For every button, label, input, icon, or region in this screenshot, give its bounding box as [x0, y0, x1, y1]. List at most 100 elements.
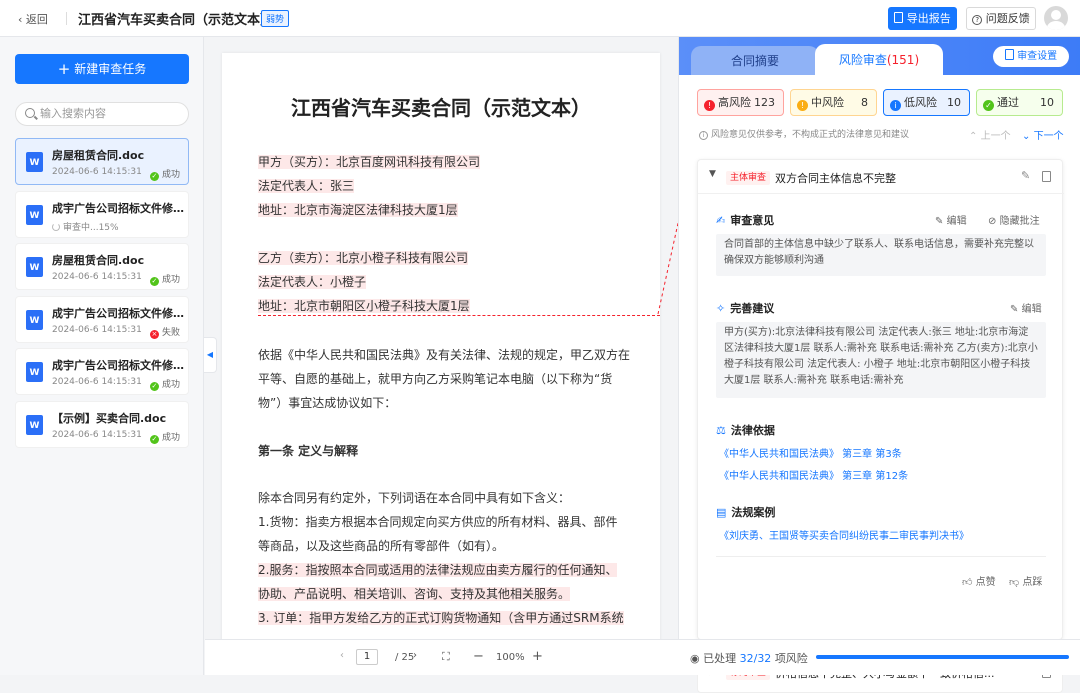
case-link[interactable]: 《刘庆勇、王国贤等买卖合同纠纷民事二审民事判决书》	[719, 527, 969, 542]
file-date: 2024-06-6 14:15:31	[52, 167, 142, 177]
next-page-icon[interactable]: ›	[413, 650, 417, 661]
task-sidebar: + 新建审查任务 输入搜索内容 W 房屋租赁合同.doc 2024-06-6 1…	[0, 37, 204, 675]
party-b-address[interactable]: 地址：北京市朝阳区小橙子科技大厦1层	[258, 299, 470, 313]
law-label: 法律依据	[730, 424, 775, 437]
party-a[interactable]: 甲方（买方）：北京百度网讯科技有限公司	[258, 155, 481, 169]
check-icon: ✓	[149, 172, 159, 181]
passed-filter[interactable]: ✓ 通过 10	[976, 89, 1063, 116]
suggestion-label: 完善建议	[730, 302, 775, 315]
opinion-label: 审查意见	[730, 214, 775, 227]
party-b-rep[interactable]: 法定代表人：小橙子	[258, 275, 367, 289]
collapse-sidebar-button[interactable]: ◀	[204, 337, 217, 373]
file-status: 审查中...15%	[52, 220, 119, 233]
file-date: 2024-06-6 14:15:31	[52, 377, 142, 387]
fullscreen-icon[interactable]: ⛶	[442, 650, 450, 664]
file-item[interactable]: W 房屋租赁合同.doc 2024-06-6 14:15:31 ✓ 成功	[15, 243, 189, 290]
word-file-icon: W	[26, 205, 43, 225]
like-label: 点赞	[975, 577, 996, 588]
disclaimer: i 风险意见仅供参考，不构成正式的法律意见和建议	[699, 127, 909, 140]
tab-risk-review[interactable]: 风险审查(151)	[815, 44, 943, 75]
back-button[interactable]: ‹ 返回	[18, 11, 48, 27]
tab-summary[interactable]: 合同摘要	[691, 46, 819, 75]
party-a-address[interactable]: 地址：北京市海淀区法律科技大厦1层	[258, 203, 458, 217]
avatar[interactable]	[1044, 6, 1068, 30]
file-item[interactable]: W 房屋租赁合同.doc 2024-06-6 14:15:31 ✓ 成功	[15, 138, 189, 185]
file-date: 2024-06-6 14:15:31	[52, 325, 142, 335]
eye-off-icon: ⊘	[988, 216, 997, 227]
feedback-label: 问题反馈	[985, 12, 1030, 25]
next-label: 下一个	[1033, 131, 1064, 142]
edit-suggestion-button[interactable]: ✎ 编辑	[1010, 300, 1042, 315]
party-a-rep[interactable]: 法定代表人：张三	[258, 179, 355, 193]
law-heading: ⚖ 法律依据	[716, 422, 775, 438]
law-link[interactable]: 《中华人民共和国民法典》 第三章 第12条	[719, 467, 908, 482]
zoom-out-button[interactable]: −	[473, 649, 484, 664]
drop-icon: i	[890, 100, 901, 111]
prev-page-icon[interactable]: ‹	[340, 650, 344, 661]
page-input[interactable]: 1	[356, 649, 378, 665]
edit-opinion-button[interactable]: ✎ 编辑	[935, 212, 967, 227]
divider	[66, 12, 67, 25]
file-status: ✓ 成功	[149, 272, 180, 286]
next-risk-button[interactable]: ⌄ 下一个	[1022, 127, 1064, 142]
dislike-label: 点踩	[1022, 577, 1043, 588]
export-label: 导出报告	[906, 12, 951, 25]
prev-risk-button[interactable]: ⌃ 上一个	[969, 127, 1011, 142]
zoom-in-button[interactable]: +	[532, 649, 543, 664]
edit-label: 编辑	[1021, 304, 1042, 315]
settings-doc-icon	[1004, 49, 1014, 60]
file-item[interactable]: W 【示例】买卖合同.doc 2024-06-6 14:15:31 ✓ 成功	[15, 401, 189, 448]
definition-2a[interactable]: 2.服务：指按照本合同或适用的法律法规应由卖方履行的任何通知、	[258, 563, 618, 577]
copy-icon[interactable]	[1042, 171, 1051, 182]
document-page: 江西省汽车买卖合同（示范文本） 甲方（买方）：北京百度网讯科技有限公司 法定代表…	[222, 53, 660, 653]
high-risk-label: 高风险	[718, 96, 751, 109]
file-item[interactable]: W 成宇广告公司招标文件修... 2024-06-6 14:15:31 × 失败	[15, 296, 189, 343]
hide-comment-button[interactable]: ⊘ 隐藏批注	[988, 212, 1040, 227]
new-task-button[interactable]: + 新建审查任务	[15, 54, 189, 84]
feedback-button[interactable]: ? 问题反馈	[966, 7, 1036, 30]
search-input[interactable]: 输入搜索内容	[15, 102, 189, 126]
low-risk-filter[interactable]: i 低风险 10	[883, 89, 970, 116]
total-pages: / 25	[395, 652, 415, 663]
chevron-down-icon: ⌄	[1022, 131, 1031, 142]
definition-3a[interactable]: 3. 订单：指甲方发给乙方的正式订购货物通知（含甲方通过SRM系统	[258, 611, 624, 625]
law-link[interactable]: 《中华人民共和国民法典》 第三章 第3条	[719, 445, 902, 460]
loading-icon	[52, 223, 60, 231]
risk-title: 双方合同主体信息不完整	[775, 172, 896, 185]
word-file-icon: W	[26, 310, 43, 330]
definition-2b[interactable]: 协助、产品说明、相关培训、咨询、支持及其他相关服务。	[258, 587, 571, 601]
high-risk-filter[interactable]: ! 高风险 123	[697, 89, 784, 116]
edit-icon[interactable]: ✎	[1021, 169, 1030, 182]
error-icon: ×	[149, 330, 159, 339]
stance-tag: 弱势	[261, 10, 290, 27]
review-settings-button[interactable]: 审查设置	[993, 46, 1069, 67]
check-icon: ✓	[149, 382, 159, 391]
export-report-button[interactable]: 导出报告	[888, 7, 957, 30]
file-name: 成宇广告公司招标文件修...	[52, 307, 184, 320]
status-text: 成功	[161, 275, 180, 285]
eye-icon: ◉	[690, 652, 700, 665]
like-button[interactable]: 👍︎ 点赞	[962, 573, 996, 588]
document-pager: ‹ / 25 › ⛶ − 100% +	[205, 639, 678, 675]
top-header: ‹ 返回 江西省汽车买卖合同（示范文本） 弱势 导出报告 ? 问题反馈	[0, 0, 1080, 37]
file-item[interactable]: W 成宇广告公司招标文件修... 2024-06-6 14:15:31 ✓ 成功	[15, 348, 189, 395]
info-icon: i	[699, 131, 708, 140]
caret-down-icon[interactable]: ▼	[709, 169, 716, 179]
file-date: 2024-06-6 14:15:31	[52, 430, 142, 440]
suggestion-heading: ✧ 完善建议	[716, 300, 774, 316]
book-icon: ▤	[716, 506, 727, 519]
dislike-button[interactable]: 👎︎ 点踩	[1009, 573, 1042, 588]
party-b[interactable]: 乙方（卖方）：北京小橙子科技有限公司	[258, 251, 469, 265]
file-item[interactable]: W 成宇广告公司招标文件修... 审查中...15%	[15, 191, 189, 238]
processed-count: 32/32	[739, 652, 772, 665]
risk-suffix: 项风险	[774, 652, 808, 665]
status-text: 成功	[161, 170, 180, 180]
low-risk-label: 低风险	[904, 96, 937, 109]
medium-risk-filter[interactable]: ! 中风险 8	[790, 89, 877, 116]
check-icon: ✓	[149, 277, 159, 286]
divider	[716, 556, 1046, 557]
definition-1a: 1.货物：指卖方根据本合同规定向买方供应的所有材料、器具、部件	[258, 515, 618, 529]
check-icon: ✓	[149, 435, 159, 444]
question-icon: ?	[972, 15, 983, 25]
risk-card-header[interactable]: ▼ 主体审查 双方合同主体信息不完整 ✎	[698, 160, 1064, 194]
